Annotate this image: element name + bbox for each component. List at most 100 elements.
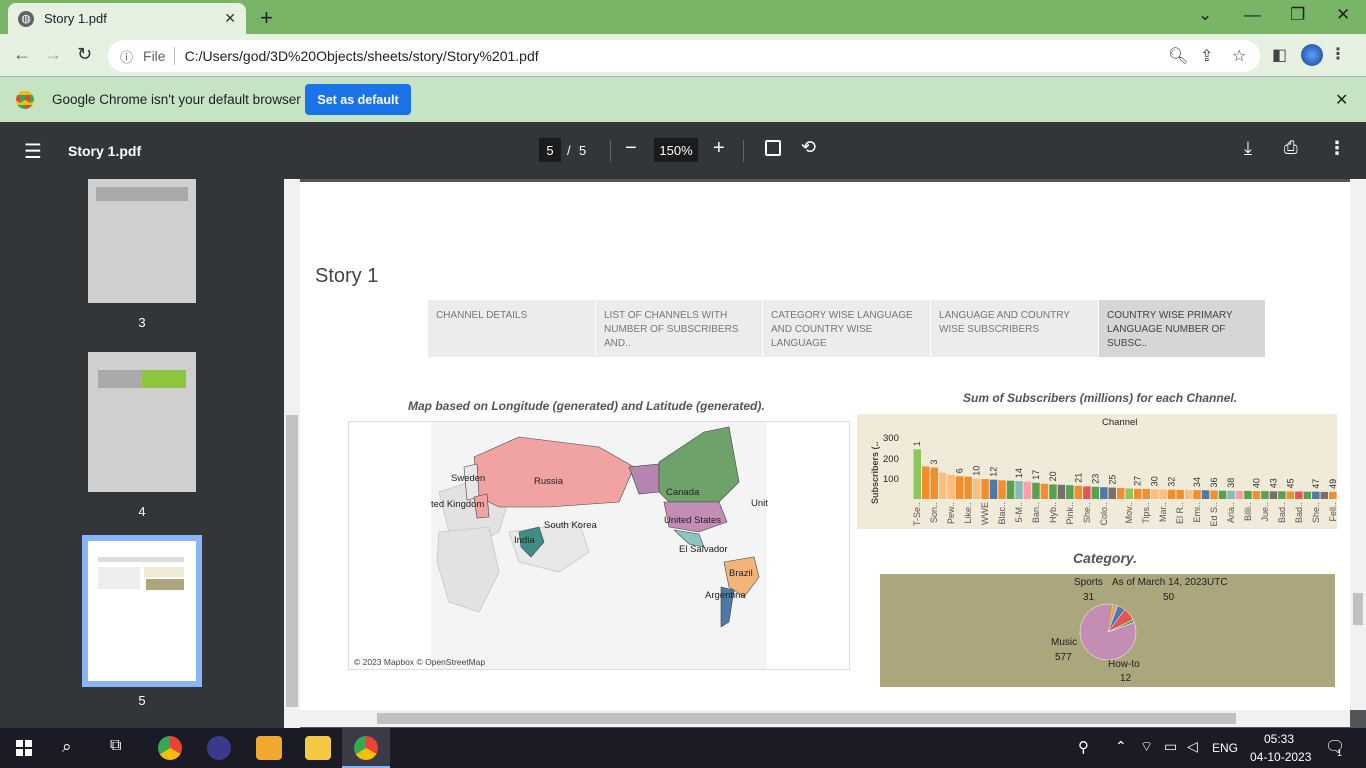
windows-start-icon[interactable] bbox=[16, 740, 32, 756]
bar[interactable] bbox=[1032, 482, 1040, 499]
menu-kebab-icon[interactable]: ⋮ bbox=[1330, 44, 1346, 64]
search-icon[interactable]: ⌕ bbox=[62, 737, 72, 757]
volume-icon[interactable]: ◁ bbox=[1187, 738, 1198, 755]
bar[interactable] bbox=[1159, 489, 1167, 500]
bar[interactable] bbox=[1201, 490, 1210, 499]
rotate-icon[interactable]: ⟲ bbox=[801, 137, 816, 158]
bar[interactable] bbox=[1320, 491, 1329, 499]
network-icon[interactable]: ⌔ bbox=[1140, 738, 1153, 756]
bookmark-star-icon[interactable]: ☆ bbox=[1232, 46, 1246, 66]
bar[interactable] bbox=[1295, 491, 1303, 500]
zoom-icon[interactable]: 🔍︎ bbox=[1168, 46, 1188, 66]
clock-time[interactable]: 05:33 bbox=[1264, 732, 1294, 746]
chrome-taskbar-icon[interactable] bbox=[158, 736, 182, 760]
bar[interactable] bbox=[964, 476, 972, 499]
sidebar-scrollbar[interactable] bbox=[284, 179, 300, 728]
info-icon[interactable]: ⓘ bbox=[120, 47, 133, 66]
story-tab-list-of-channels[interactable]: LIST OF CHANNELS WITH NUMBER OF SUBSCRIB… bbox=[596, 300, 763, 357]
scrollbar-thumb[interactable] bbox=[1353, 593, 1363, 625]
task-view-icon[interactable]: ⧉ bbox=[110, 737, 121, 755]
thumbnail-page-4[interactable] bbox=[88, 352, 196, 492]
bar[interactable] bbox=[1227, 490, 1235, 499]
story-tab-category-language[interactable]: CATEGORY WISE LANGUAGE AND COUNTRY WISE … bbox=[763, 300, 931, 357]
bar[interactable] bbox=[1049, 484, 1057, 499]
bar[interactable] bbox=[1218, 490, 1227, 499]
tab-close-icon[interactable]: ✕ bbox=[224, 10, 236, 27]
bar[interactable] bbox=[998, 480, 1006, 499]
bar[interactable] bbox=[1023, 481, 1032, 499]
profile-avatar[interactable] bbox=[1301, 44, 1323, 66]
bar[interactable] bbox=[1184, 490, 1193, 499]
page-number-input[interactable]: 5 bbox=[539, 138, 561, 162]
share-icon[interactable]: ⇪ bbox=[1200, 46, 1213, 66]
bar[interactable] bbox=[1142, 488, 1151, 499]
bar[interactable] bbox=[1329, 491, 1337, 499]
download-icon[interactable]: ⤓ bbox=[1244, 138, 1252, 159]
story-tab-country-primary-language[interactable]: COUNTRY WISE PRIMARY LANGUAGE NUMBER OF … bbox=[1099, 300, 1266, 357]
bar[interactable] bbox=[1235, 490, 1244, 499]
bar[interactable] bbox=[1015, 481, 1023, 499]
people-icon[interactable]: ⚲ bbox=[1078, 738, 1089, 756]
hamburger-menu-icon[interactable]: ☰ bbox=[24, 139, 42, 164]
active-chrome-task[interactable] bbox=[342, 728, 390, 768]
tab-search-icon[interactable]: ⌄ bbox=[1198, 5, 1212, 25]
bar[interactable] bbox=[1244, 490, 1252, 499]
print-icon[interactable]: ⎙ bbox=[1284, 138, 1298, 158]
window-close-icon[interactable]: ✕ bbox=[1336, 5, 1350, 25]
bar[interactable] bbox=[1117, 488, 1125, 499]
bar[interactable] bbox=[1193, 490, 1201, 499]
notification-icon[interactable]: 🗨︎ bbox=[1325, 737, 1345, 757]
forward-icon[interactable]: → bbox=[44, 44, 62, 65]
bar[interactable] bbox=[1006, 480, 1015, 499]
address-bar[interactable]: ⓘ File C:/Users/god/3D%20Objects/sheets/… bbox=[108, 40, 1260, 72]
show-hidden-icons-chevron[interactable]: ⌃ bbox=[1115, 738, 1127, 755]
battery-icon[interactable]: ▭ bbox=[1164, 738, 1177, 755]
story-tab-channel-details[interactable]: CHANNEL DETAILS bbox=[428, 300, 596, 357]
bar[interactable] bbox=[1066, 485, 1074, 499]
bar[interactable] bbox=[922, 466, 930, 500]
bar[interactable] bbox=[1176, 489, 1184, 499]
browser-tab[interactable]: ◍ Story 1.pdf ✕ bbox=[8, 3, 246, 34]
restore-icon[interactable]: ❐ bbox=[1290, 5, 1305, 25]
bar[interactable] bbox=[1040, 483, 1049, 499]
infobar-close-icon[interactable]: ✕ bbox=[1335, 90, 1348, 110]
bar[interactable] bbox=[938, 472, 947, 499]
file-explorer-taskbar-icon[interactable] bbox=[305, 736, 331, 760]
zoom-in-icon[interactable]: + bbox=[713, 137, 725, 160]
bar[interactable] bbox=[1083, 486, 1091, 499]
bar[interactable] bbox=[1100, 487, 1108, 499]
document-scrollbar[interactable] bbox=[1350, 179, 1366, 710]
bar[interactable] bbox=[1074, 485, 1083, 499]
bar[interactable] bbox=[1210, 490, 1218, 500]
horizontal-scrollbar[interactable] bbox=[300, 710, 1350, 727]
bar[interactable] bbox=[1134, 488, 1142, 499]
bar[interactable] bbox=[955, 476, 964, 499]
bar[interactable] bbox=[1312, 491, 1320, 499]
story-tab-language-country[interactable]: LANGUAGE AND COUNTRY WISE SUBSCRIBERS bbox=[931, 300, 1099, 357]
media-player-taskbar-icon[interactable] bbox=[256, 736, 282, 760]
bar[interactable] bbox=[1150, 489, 1159, 499]
scrollbar-thumb[interactable] bbox=[377, 713, 1236, 724]
bar[interactable] bbox=[1252, 491, 1261, 499]
url-text[interactable]: C:/Users/god/3D%20Objects/sheets/story/S… bbox=[185, 48, 539, 64]
bar[interactable] bbox=[947, 474, 955, 499]
zoom-level-input[interactable]: 150% bbox=[654, 138, 698, 162]
fit-to-page-icon[interactable] bbox=[765, 140, 781, 156]
bar[interactable] bbox=[930, 467, 939, 499]
bar[interactable] bbox=[1278, 491, 1286, 499]
back-icon[interactable]: ← bbox=[13, 44, 31, 65]
eclipse-taskbar-icon[interactable] bbox=[207, 736, 231, 760]
bar[interactable] bbox=[913, 449, 922, 499]
bar[interactable] bbox=[1057, 484, 1066, 499]
language-indicator[interactable]: ENG bbox=[1212, 741, 1238, 755]
bar[interactable] bbox=[981, 479, 989, 499]
world-map[interactable]: Sweden ted Kingdom Russia South Korea In… bbox=[348, 421, 850, 670]
bar[interactable] bbox=[1167, 489, 1176, 499]
bar[interactable] bbox=[989, 479, 998, 499]
new-tab-button[interactable]: + bbox=[260, 5, 273, 31]
clock-date[interactable]: 04-10-2023 bbox=[1250, 750, 1311, 764]
scrollbar-thumb[interactable] bbox=[286, 415, 298, 707]
side-panel-icon[interactable]: ◧ bbox=[1272, 45, 1287, 65]
more-actions-icon[interactable]: ⋮ bbox=[1328, 138, 1346, 159]
minimize-icon[interactable]: — bbox=[1244, 5, 1261, 25]
